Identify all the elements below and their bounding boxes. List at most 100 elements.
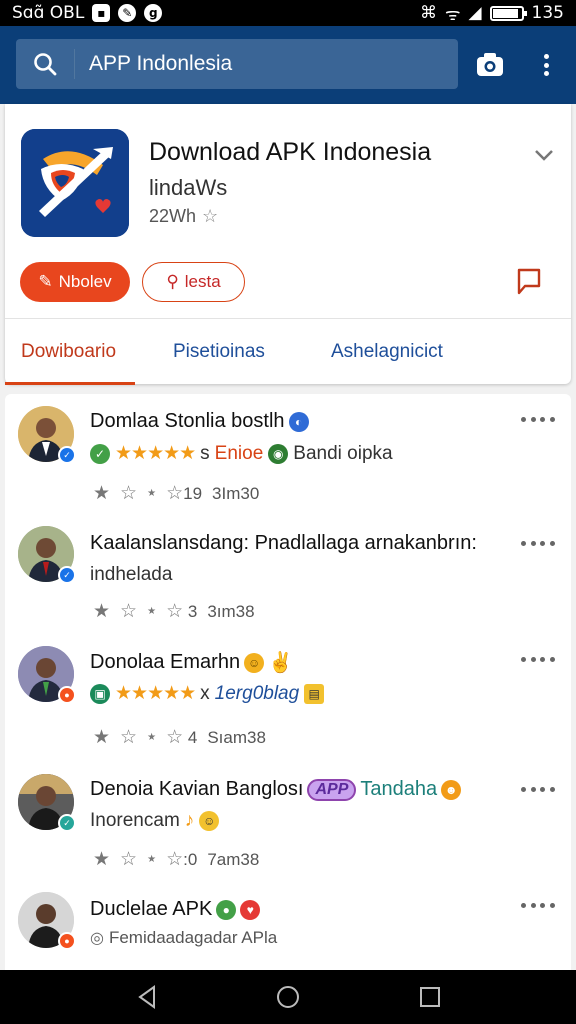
star-outline-icon[interactable]: ☆	[120, 600, 137, 623]
badge-icon: ●	[58, 686, 76, 704]
instagram-icon: ◎	[90, 930, 104, 947]
status-bar-left: Sɑɑ̃ OBL ▪ ✎ g	[12, 3, 163, 23]
item-text-b: Enioe	[214, 442, 264, 464]
verified-icon: ✓	[58, 814, 76, 832]
app-tag: APP	[307, 778, 357, 801]
item-title-suffix: Tandaha	[360, 778, 438, 800]
star-icon[interactable]: ★	[93, 482, 110, 505]
item-subline: indhelada	[90, 564, 173, 585]
list-item[interactable]: ✓ Kaalanslansdang: Pnadlallaga arnakanbr…	[5, 516, 571, 634]
verified-icon: ✓	[58, 566, 76, 584]
star-outline-icon[interactable]: ☆	[120, 482, 137, 505]
star-outline-icon: ☆	[166, 483, 184, 504]
item-title-text: Donolaa Emarhn	[90, 651, 241, 673]
more-horiz-icon[interactable]	[521, 538, 555, 548]
primary-action-button[interactable]: ✎ Nbolev	[20, 262, 130, 302]
item-stats: ★ ☆ ★ ☆19 3Im30	[93, 482, 259, 505]
app-size: 22Wh	[149, 206, 197, 226]
more-horiz-icon[interactable]	[521, 654, 555, 664]
star-outline-icon[interactable]: ☆	[120, 726, 137, 749]
search-icon[interactable]	[16, 51, 74, 77]
carrier-text: Sɑɑ̃ OBL	[12, 3, 85, 23]
item-subline: ◎ Femidaadagadar APla	[90, 928, 277, 948]
star-outline-icon[interactable]: ☆	[120, 848, 137, 871]
item-count: 19	[183, 484, 203, 503]
item-stats: ★ ☆ ★ ☆:0 7am38	[93, 848, 260, 871]
item-stats: ★ ☆ ★ ☆ 4 Sıam38	[93, 726, 266, 749]
recents-icon[interactable]	[416, 983, 444, 1011]
home-icon[interactable]	[274, 983, 302, 1011]
back-icon[interactable]	[134, 983, 162, 1011]
message-icon: ▪	[92, 4, 111, 22]
item-count: 4	[187, 728, 198, 747]
item-stats: ★ ☆ ★ ☆ 3 3ım38	[93, 600, 255, 623]
dot-icon: ★	[147, 854, 157, 865]
rating-stars: ★★★★★	[115, 443, 196, 464]
more-horiz-icon[interactable]	[521, 414, 555, 424]
list-item[interactable]: ● Duclelae APK ● ♥ ◎ Femidaadagadar APla	[5, 886, 571, 970]
list-item[interactable]: ● Donolaa Emarhn ☺ ✌ ▣ ★★★★★ x 1erg0blag…	[5, 634, 571, 762]
app-logo-icon[interactable]	[21, 129, 129, 237]
search-box[interactable]	[16, 39, 458, 89]
review-list: ✓ Domlaa Stonlia bostlh ◐ ✓ ★★★★★ s Enio…	[5, 394, 571, 970]
secondary-action-button[interactable]: ⚲ Ɩesta	[142, 262, 245, 302]
app-bar	[0, 26, 576, 104]
globe-icon: ◉	[268, 443, 289, 464]
status-bar-right: ⌘ ᯤ ◢ 135	[420, 2, 564, 25]
verified-icon: ✓	[58, 446, 76, 464]
flag-icon[interactable]	[515, 266, 543, 296]
star-icon[interactable]: ★	[93, 848, 110, 871]
emoji-icon: ♥	[240, 899, 261, 920]
star-icon[interactable]: ★	[93, 600, 110, 623]
star-outline-icon: ☆	[202, 206, 219, 226]
navigation-bar	[0, 970, 576, 1024]
status-bar: Sɑɑ̃ OBL ▪ ✎ g ⌘ ᯤ ◢ 135	[0, 0, 576, 26]
star-outline-icon: ☆	[166, 601, 184, 622]
item-subline: Inorencam ♪ ☺	[90, 810, 220, 832]
star-icon[interactable]: ★	[93, 726, 110, 749]
app-header-card: Download APK Indonesia lindaWs 22Wh ☆ ✎ …	[5, 104, 571, 385]
item-title-text: Duclelae APK	[90, 898, 213, 920]
dot-icon: ★	[147, 606, 157, 617]
search-input[interactable]	[74, 49, 434, 79]
item-time: 3Im30	[212, 483, 260, 503]
item-title: Donolaa Emarhn ☺ ✌	[90, 650, 293, 675]
more-horiz-icon[interactable]	[521, 784, 555, 794]
pin-icon: ⚲	[166, 272, 179, 291]
item-text: Femidaadagadar APla	[108, 928, 278, 947]
primary-action-label: Nbolev	[58, 272, 112, 291]
rating-stars: ★★★★★	[115, 683, 196, 704]
clock-text: 135	[531, 3, 564, 23]
badge-icon: ●	[58, 932, 76, 950]
emoji-icon: ●	[216, 899, 237, 920]
camera-icon[interactable]	[470, 48, 510, 82]
item-title-text: Denoia Kavian Banglosı	[90, 778, 304, 800]
tab-indicator	[5, 382, 135, 385]
wifi-icon: ᯤ	[444, 4, 461, 25]
item-time: Sıam38	[207, 727, 266, 747]
pen-icon: ✎	[38, 272, 53, 291]
bluetooth-icon: ⌘	[419, 3, 437, 23]
tab-download[interactable]: Dowiboario	[21, 319, 116, 385]
app-title: Download APK Indonesia	[149, 138, 432, 166]
tab-other[interactable]: Ashelagnicict	[331, 319, 443, 385]
item-text-a: x	[200, 682, 210, 704]
item-text: Inorencam	[90, 810, 180, 831]
more-vert-icon[interactable]	[532, 50, 560, 80]
flex-icon: ✌	[268, 652, 293, 674]
item-time: 3ım38	[207, 601, 255, 621]
g-icon: g	[144, 4, 163, 22]
item-title: Duclelae APK ● ♥	[90, 898, 261, 921]
secondary-action-label: Ɩesta	[184, 272, 221, 291]
chevron-down-icon[interactable]	[531, 142, 557, 168]
app-developer[interactable]: lindaWs	[149, 175, 227, 201]
tab-bar: Dowiboario Pisetioinas Ashelagnicict	[5, 318, 571, 385]
star-outline-icon: ☆	[166, 727, 184, 748]
battery-icon	[489, 5, 527, 21]
item-time: 7am38	[207, 849, 260, 869]
tab-positions[interactable]: Pisetioinas	[173, 319, 265, 385]
list-item[interactable]: ✓ Domlaa Stonlia bostlh ◐ ✓ ★★★★★ s Enio…	[5, 394, 571, 514]
more-horiz-icon[interactable]	[521, 900, 555, 910]
music-icon: ♪	[184, 810, 195, 831]
list-item[interactable]: ✓ Denoia Kavian Banglosı APP Tandaha ☻ I…	[5, 764, 571, 884]
